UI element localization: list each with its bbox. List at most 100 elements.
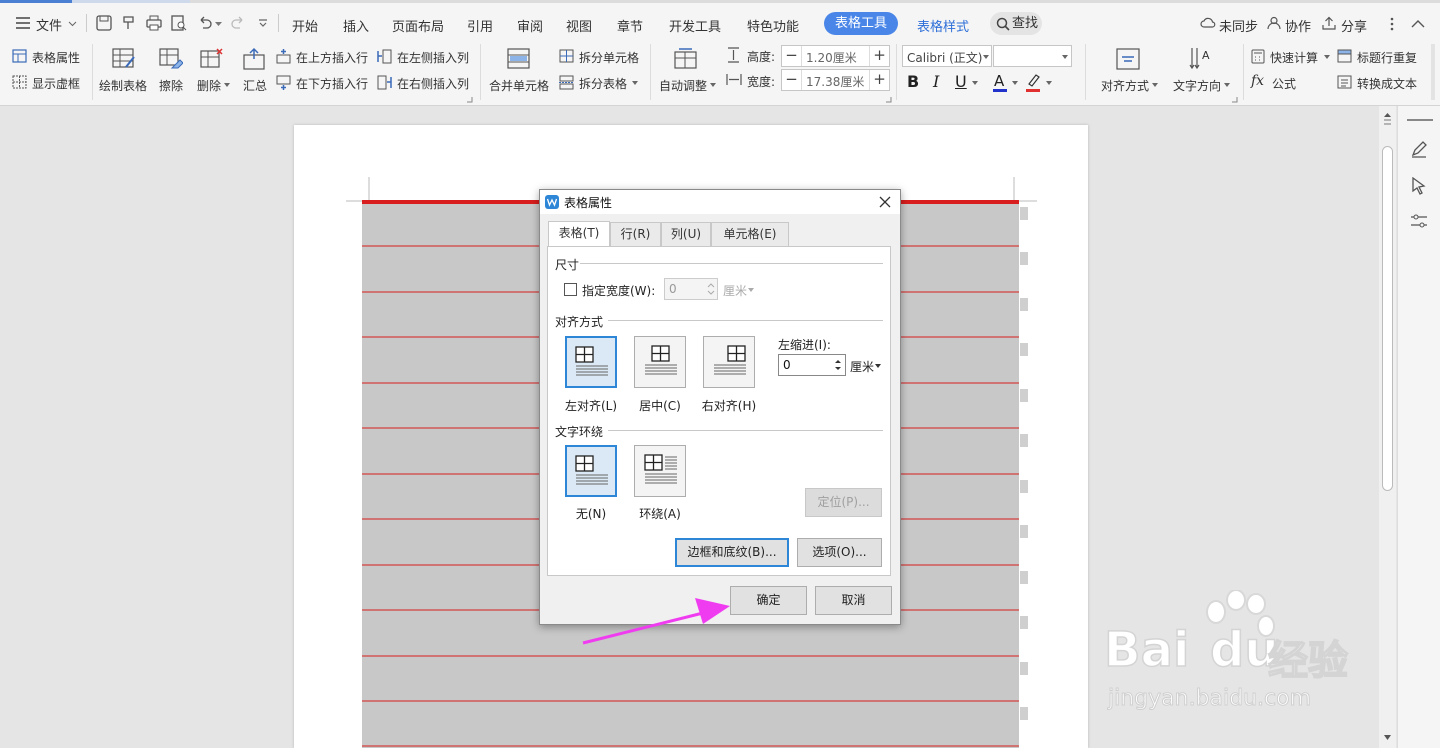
dropdown-arrow-icon[interactable] [972, 81, 978, 85]
font-color-button[interactable]: A [992, 71, 1012, 93]
table-properties-button[interactable]: 表格属性 [12, 48, 84, 66]
cancel-button[interactable]: 取消 [815, 586, 892, 615]
row-height-stepper[interactable]: − 1.20厘米 + [781, 45, 890, 67]
font-size-select[interactable] [993, 45, 1072, 67]
spinner-icon[interactable] [833, 357, 843, 373]
tab-special[interactable]: 特色功能 [747, 16, 799, 35]
search-button[interactable]: 查找 [990, 12, 1042, 35]
position-button[interactable]: 定位(P)... [805, 488, 882, 517]
indent-unit[interactable]: 厘米 [850, 358, 875, 375]
tab-references[interactable]: 引用 [467, 16, 493, 35]
draw-table-button[interactable]: 绘制表格 [99, 46, 149, 98]
repeat-header-label: 标题行重复 [1357, 51, 1418, 65]
print-icon[interactable] [146, 15, 162, 31]
summary-button[interactable]: 汇总 [240, 46, 270, 98]
erase-button[interactable]: 擦除 [157, 46, 187, 98]
tab-insert[interactable]: 插入 [343, 16, 369, 35]
insert-row-above-button[interactable]: 在上方插入行 [276, 48, 372, 66]
collab-button[interactable]: 协作 [1267, 14, 1317, 35]
dropdown-arrow-icon[interactable] [1046, 81, 1052, 85]
close-icon[interactable] [879, 196, 891, 208]
vertical-scrollbar[interactable] [1379, 106, 1396, 748]
left-indent-input[interactable]: 0 [778, 354, 846, 376]
tab-table[interactable]: 表格(T) [548, 221, 610, 246]
width-label: 宽度: [747, 75, 776, 89]
share-button[interactable]: 分享 [1322, 14, 1372, 35]
tab-view[interactable]: 视图 [566, 16, 592, 35]
tab-row[interactable]: 行(R) [610, 222, 661, 246]
print-preview-icon[interactable] [171, 15, 187, 31]
dialog-launcher-icon[interactable] [886, 97, 892, 103]
align-center-icon [645, 345, 677, 375]
redo-icon[interactable] [230, 16, 246, 30]
insert-col-right-button[interactable]: 在右侧插入列 [377, 74, 473, 92]
dialog-titlebar[interactable]: 表格属性 [540, 190, 900, 214]
show-gridlines-button[interactable]: 显示虚框 [12, 74, 84, 92]
file-menu[interactable]: 文件 [14, 13, 84, 34]
scroll-up-icon[interactable] [1383, 112, 1392, 126]
dropdown-arrow-icon[interactable] [1012, 81, 1018, 85]
bold-button[interactable]: B [907, 72, 919, 91]
row-height-value[interactable]: 1.20厘米 [806, 49, 857, 66]
align-left-option[interactable] [565, 336, 617, 388]
wrap-none-option[interactable] [565, 445, 617, 497]
split-table-button[interactable]: 拆分表格 [559, 74, 643, 92]
dialog-launcher-icon[interactable] [467, 97, 473, 103]
undo-dropdown-icon[interactable] [215, 22, 222, 27]
formula-button[interactable]: fx 公式 [1251, 73, 1311, 92]
delete-button[interactable]: 删除 [195, 46, 231, 98]
tab-column[interactable]: 列(U) [661, 222, 711, 246]
tab-review[interactable]: 审阅 [517, 16, 543, 35]
scroll-down-icon[interactable] [1383, 734, 1392, 742]
column-width-value[interactable]: 17.38厘米 [806, 73, 864, 90]
text-direction-button[interactable]: A 文字方向 [1170, 46, 1232, 98]
width-unit[interactable]: 厘米 [723, 282, 748, 299]
decrease-height-button[interactable]: − [782, 46, 802, 66]
align-right-option[interactable] [703, 336, 755, 388]
tab-chapter[interactable]: 章节 [617, 16, 643, 35]
increase-height-button[interactable]: + [869, 46, 889, 66]
column-width-stepper[interactable]: − 17.38厘米 + [781, 69, 890, 91]
tab-page-layout[interactable]: 页面布局 [392, 16, 444, 35]
decrease-width-button[interactable]: − [782, 70, 802, 90]
split-cells-button[interactable]: 拆分单元格 [559, 48, 643, 66]
align-center-option[interactable] [634, 336, 686, 388]
tab-home[interactable]: 开始 [292, 16, 318, 35]
row-height-icon [728, 47, 739, 63]
repeat-header-button[interactable]: 标题行重复 [1337, 48, 1421, 66]
align-button[interactable]: 对齐方式 [1098, 46, 1160, 98]
quick-calc-button[interactable]: 快速计算 [1251, 48, 1331, 66]
specify-width-checkbox[interactable] [564, 283, 577, 296]
tab-table-tools[interactable]: 表格工具 [824, 12, 898, 35]
auto-fit-button[interactable]: 自动调整 [657, 46, 719, 98]
settings-sliders-icon[interactable] [1410, 212, 1428, 230]
wrap-around-option[interactable] [634, 445, 686, 497]
more-icon[interactable] [1390, 17, 1394, 31]
sync-status[interactable]: 未同步 [1200, 14, 1260, 35]
cursor-icon[interactable] [1411, 177, 1427, 195]
width-input[interactable]: 0 [664, 278, 718, 300]
collapse-ribbon-icon[interactable] [1411, 19, 1425, 28]
options-button[interactable]: 选项(O)... [797, 538, 882, 567]
tab-table-style[interactable]: 表格样式 [917, 16, 969, 35]
insert-col-left-button[interactable]: 在左侧插入列 [377, 48, 473, 66]
merge-cells-button[interactable]: 合并单元格 [487, 46, 551, 98]
scroll-thumb[interactable] [1382, 146, 1393, 491]
customize-toolbar-icon[interactable] [258, 19, 268, 27]
insert-row-below-button[interactable]: 在下方插入行 [276, 74, 372, 92]
ok-button[interactable]: 确定 [730, 586, 807, 615]
save-icon[interactable] [96, 15, 112, 31]
increase-width-button[interactable]: + [869, 70, 889, 90]
convert-to-text-button[interactable]: 转换成文本 [1337, 74, 1421, 92]
tab-developer[interactable]: 开发工具 [669, 16, 721, 35]
undo-icon[interactable] [197, 16, 213, 30]
italic-button[interactable]: I [933, 72, 939, 91]
font-name-select[interactable]: Calibri (正文) [902, 45, 992, 67]
highlight-button[interactable] [1025, 71, 1045, 93]
tab-cell[interactable]: 单元格(E) [711, 222, 789, 246]
borders-shading-button[interactable]: 边框和底纹(B)... [675, 538, 789, 567]
pen-icon[interactable] [1410, 140, 1428, 158]
underline-button[interactable]: U [955, 72, 967, 91]
format-painter-icon[interactable] [121, 15, 137, 31]
dialog-launcher-icon[interactable] [1232, 97, 1238, 103]
